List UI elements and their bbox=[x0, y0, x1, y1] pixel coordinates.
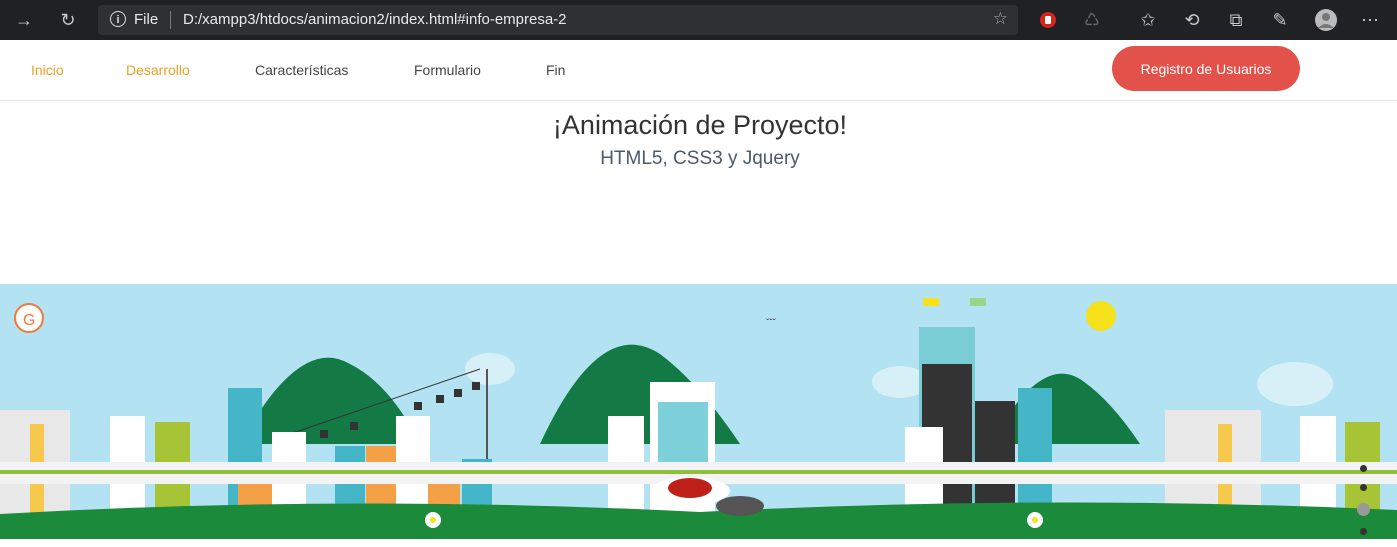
svg-text:ˇˇˇ: ˇˇˇ bbox=[766, 317, 777, 329]
more-options-icon[interactable]: ⋯ bbox=[1358, 8, 1382, 32]
slide-dot[interactable] bbox=[1360, 528, 1367, 535]
profile-avatar-icon[interactable] bbox=[1314, 8, 1338, 32]
recycle-icon[interactable]: ♺ bbox=[1080, 8, 1104, 32]
protocol-label: File bbox=[134, 11, 159, 28]
page-title: ¡Animación de Proyecto! bbox=[552, 110, 848, 140]
slide-dot[interactable] bbox=[1360, 484, 1367, 491]
register-users-button[interactable]: Registro de Usuarios bbox=[1112, 46, 1300, 91]
info-icon[interactable]: i bbox=[110, 11, 126, 27]
extension-icon[interactable] bbox=[1036, 8, 1060, 32]
back-arrow-icon[interactable]: → bbox=[12, 8, 36, 32]
page-subtitle: HTML5, CSS3 y Jquery bbox=[600, 148, 800, 169]
svg-text:G: G bbox=[23, 312, 35, 329]
favorites-icon[interactable]: ✩ bbox=[1136, 8, 1160, 32]
slide-dot[interactable] bbox=[1360, 465, 1367, 472]
history-icon[interactable]: ⟲ bbox=[1180, 8, 1204, 32]
reload-icon[interactable]: ↻ bbox=[56, 8, 80, 32]
nav-formulario[interactable]: Formulario bbox=[414, 62, 481, 78]
browser-toolbar: → ↻ i File D:/xampp3/htdocs/animacion2/i… bbox=[0, 0, 1397, 40]
slide-dot-active[interactable] bbox=[1357, 503, 1370, 516]
nav-inicio[interactable]: Inicio bbox=[31, 62, 64, 78]
collections-icon[interactable]: ⧉ bbox=[1224, 8, 1248, 32]
add-favorite-icon[interactable]: ☆ bbox=[993, 9, 1008, 29]
slide-indicator bbox=[1357, 465, 1370, 547]
site-navbar: Inicio Desarrollo Características Formul… bbox=[0, 40, 1397, 101]
url-text[interactable]: D:/xampp3/htdocs/animacion2/index.html#i… bbox=[183, 11, 567, 28]
edit-icon[interactable]: ✎ bbox=[1268, 8, 1292, 32]
nav-desarrollo[interactable]: Desarrollo bbox=[126, 62, 190, 78]
city-illustration: ˇˇˇ G bbox=[0, 284, 1397, 539]
divider bbox=[170, 11, 171, 29]
address-bar[interactable]: i File D:/xampp3/htdocs/animacion2/index… bbox=[98, 5, 1018, 35]
nav-caracteristicas[interactable]: Características bbox=[255, 62, 348, 78]
nav-fin[interactable]: Fin bbox=[546, 62, 565, 78]
